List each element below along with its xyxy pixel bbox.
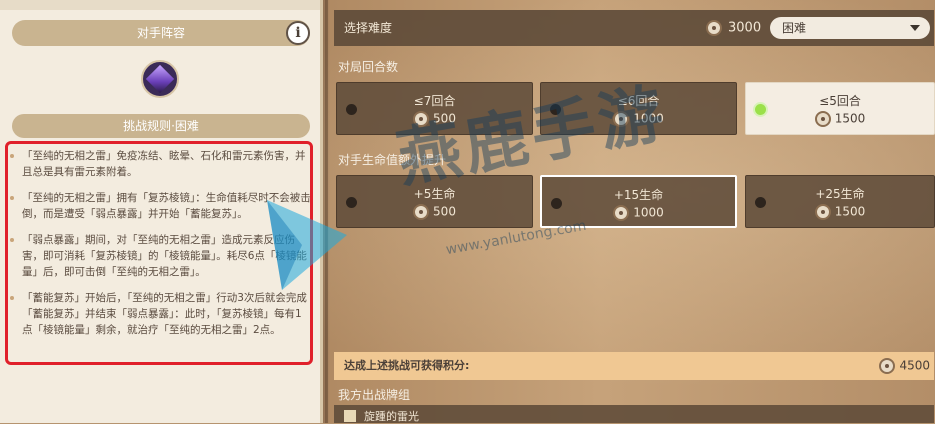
deck-icon [344, 410, 356, 422]
electro-boss-icon [145, 64, 175, 94]
option-label: ≤5回合 [819, 94, 861, 108]
paw-coin-icon [413, 204, 430, 220]
option-points-value: 1500 [834, 111, 866, 126]
panel-top-strip [0, 0, 320, 10]
deck-title: 我方出战牌组 [338, 388, 411, 402]
paw-coin-icon [814, 204, 831, 220]
opponent-avatar[interactable] [141, 60, 179, 98]
deck-item[interactable]: 旋踵的雷光 [334, 405, 934, 423]
score-value: 4500 [879, 358, 930, 374]
rounds-title: 对局回合数 [338, 60, 399, 74]
rules-header: 挑战规则·困难 [12, 114, 310, 138]
round-option-5[interactable]: ≤5回合 1500 [745, 82, 935, 135]
difficulty-select[interactable]: 困难 [770, 17, 930, 39]
opponent-header-label: 对手阵容 [136, 26, 185, 40]
deck-name: 旋踵的雷光 [364, 410, 419, 423]
option-points-value: 500 [433, 204, 456, 219]
option-points-value: 1000 [633, 205, 664, 220]
score-value-text: 4500 [899, 358, 930, 373]
option-points: 500 [337, 204, 532, 220]
difficulty-cost-value: 3000 [728, 20, 762, 36]
score-bar: 达成上述挑战可获得积分: 4500 [334, 352, 934, 380]
opponent-header: 对手阵容 [12, 20, 310, 46]
option-points: 1500 [746, 204, 934, 220]
option-points: 1000 [542, 205, 735, 221]
chevron-down-icon [910, 25, 920, 31]
option-points-value: 1500 [834, 204, 866, 219]
paw-coin-icon [613, 205, 630, 221]
difficulty-label: 选择难度 [344, 21, 393, 35]
option-points: 1500 [746, 111, 934, 127]
watermark-logo-icon [267, 200, 347, 290]
score-label: 达成上述挑战可获得积分: [344, 359, 470, 372]
difficulty-cost: 3000 [706, 20, 761, 36]
option-label: +15生命 [613, 188, 664, 202]
paw-coin-icon [879, 358, 896, 374]
difficulty-selected-value: 困难 [782, 21, 807, 35]
rules-header-label: 挑战规则·困难 [123, 119, 199, 133]
difficulty-bar: 选择难度 3000 困难 [334, 10, 934, 46]
option-label: +25生命 [815, 187, 865, 201]
paw-coin-icon [814, 111, 831, 127]
info-icon[interactable]: i [286, 21, 310, 45]
hp-option-25[interactable]: +25生命 1500 [745, 175, 935, 228]
paw-coin-icon [706, 20, 722, 36]
